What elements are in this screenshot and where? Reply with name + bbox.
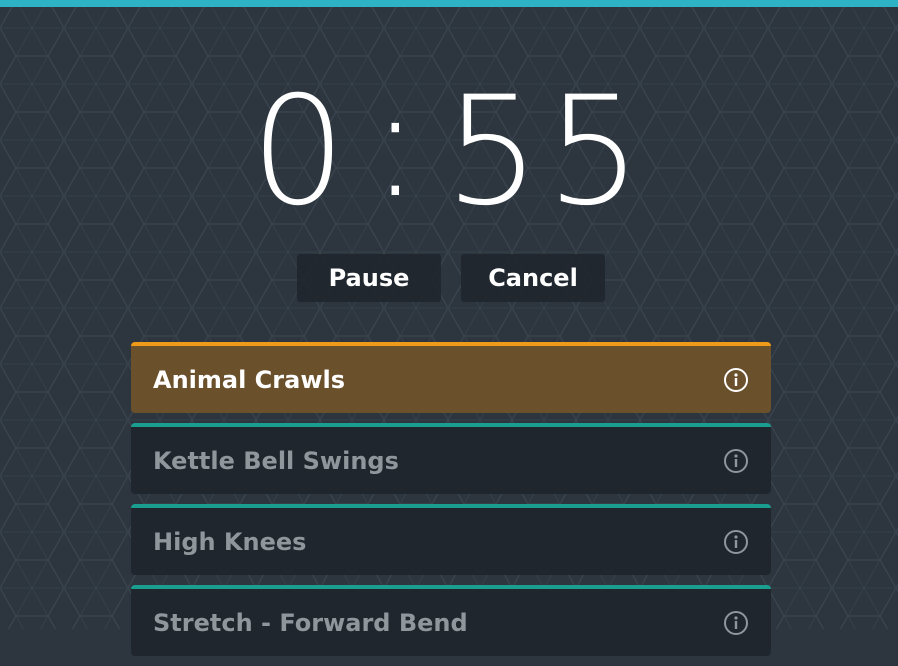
exercise-label: Kettle Bell Swings xyxy=(153,446,399,475)
info-icon[interactable] xyxy=(723,367,749,393)
exercise-label: Animal Crawls xyxy=(153,365,345,394)
cancel-button[interactable]: Cancel xyxy=(461,254,605,302)
timer-controls: Pause Cancel xyxy=(297,254,605,302)
exercise-label: High Knees xyxy=(153,527,307,556)
info-icon[interactable] xyxy=(723,529,749,555)
exercise-item-kettle-bell-swings[interactable]: Kettle Bell Swings xyxy=(131,423,771,494)
exercise-item-high-knees[interactable]: High Knees xyxy=(131,504,771,575)
exercise-label: Stretch - Forward Bend xyxy=(153,608,468,637)
exercise-item-stretch-forward-bend[interactable]: Stretch - Forward Bend xyxy=(131,585,771,656)
exercise-item-animal-crawls[interactable]: Animal Crawls xyxy=(131,342,771,413)
info-icon[interactable] xyxy=(723,610,749,636)
timer-minutes: 0 xyxy=(250,65,352,239)
countdown-timer: 0:55 xyxy=(0,64,898,239)
exercise-list: Animal Crawls Kettle Bell Swings High Kn… xyxy=(131,342,771,666)
timer-seconds: 55 xyxy=(444,65,648,239)
pause-button[interactable]: Pause xyxy=(297,254,441,302)
info-icon[interactable] xyxy=(723,448,749,474)
top-accent-bar xyxy=(0,0,898,7)
timer-separator: : xyxy=(370,57,427,231)
